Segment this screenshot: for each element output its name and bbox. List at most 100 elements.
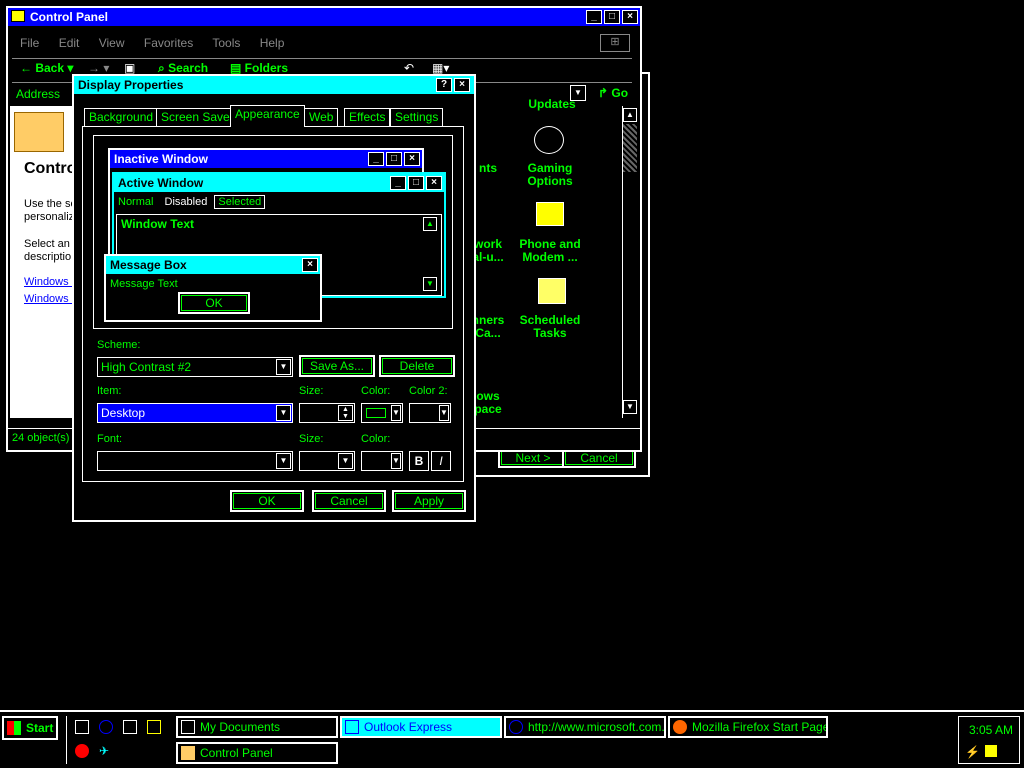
scheduled-tasks-icon[interactable] [538,278,566,304]
gaming-options-icon[interactable] [534,126,564,154]
color2-picker[interactable]: ▼ [409,403,451,423]
item-size-spinner[interactable]: ▲ ▼ [299,403,355,423]
updates-label[interactable]: Updates [512,98,592,111]
scheme-select[interactable]: High Contrast #2 ▼ [97,357,293,377]
up-folder-icon[interactable]: ▣ [124,61,135,75]
preview-menu-disabled: Disabled [164,196,208,208]
chevron-down-icon[interactable]: ▼ [439,405,449,421]
scroll-up-icon[interactable]: ▲ [623,108,637,122]
preview-area: Inactive Window _ □ × Active Window _ □ … [93,135,453,329]
preview-msgbox-titlebar: Message Box × [106,256,320,274]
menu-edit[interactable]: Edit [59,36,80,50]
minimize-button[interactable]: _ [586,10,602,24]
task-control-panel[interactable]: Control Panel [176,742,338,764]
task-my-documents[interactable]: My Documents [176,716,338,738]
network-tray-icon[interactable]: ⚡ [965,745,980,759]
close-button[interactable]: × [622,10,638,24]
apply-button[interactable]: Apply [392,490,466,512]
left-pane-text: personaliz [24,211,75,223]
scheduled-tasks-label[interactable]: Tasks [510,327,590,340]
scroll-down-icon[interactable]: ▼ [623,400,637,414]
task-label: Outlook Express [364,720,453,734]
tab-screen-saver[interactable]: Screen Saver [156,108,239,126]
menu-tools[interactable]: Tools [212,36,240,50]
menu-view[interactable]: View [99,36,125,50]
delete-button[interactable]: Delete [379,355,455,377]
tab-settings[interactable]: Settings [390,108,444,126]
vertical-scrollbar[interactable]: ▲ ▼ [622,106,638,418]
gaming-options-label[interactable]: Options [510,175,590,188]
dialog-title: Display Properties [78,78,184,92]
messenger-icon[interactable]: ✈ [99,744,113,758]
font-size-select[interactable]: ▼ [299,451,355,471]
chevron-down-icon[interactable]: ▼ [391,453,401,469]
explorer-icon[interactable] [147,720,161,734]
font-label: Font: [97,433,123,445]
left-pane-heading: Contro [24,160,77,177]
windows-link[interactable]: Windows I [24,276,75,288]
start-button[interactable]: Start [2,716,58,740]
help-button[interactable]: ? [436,78,452,92]
save-as-button[interactable]: Save As... [299,355,375,377]
ok-button[interactable]: OK [230,490,304,512]
preview-maximize-icon: □ [386,152,402,166]
maximize-button[interactable]: □ [604,10,620,24]
chevron-down-icon[interactable]: ▼ [391,405,401,421]
spinner-arrows-icon[interactable]: ▲ ▼ [338,405,353,421]
phone-modem-icon[interactable] [536,202,564,226]
font-color-picker[interactable]: ▼ [361,451,403,471]
task-internet-explorer[interactable]: http://www.microsoft.com... [504,716,666,738]
clock[interactable]: 3:05 AM [969,723,1013,737]
control-panel-icon [181,746,195,760]
color-picker[interactable]: ▼ [361,403,403,423]
preview-message-box: Message Box × Message Text OK [104,254,322,322]
tab-web[interactable]: Web [304,108,339,126]
views-icon[interactable]: ▦▾ [432,61,449,75]
appearance-panel: Inactive Window _ □ × Active Window _ □ … [82,126,464,482]
tab-background[interactable]: Background [84,108,159,126]
outlook-icon[interactable] [123,720,137,734]
folders-button[interactable]: ▤ Folders [230,61,288,75]
status-text: 24 object(s) [12,432,70,444]
media-icon[interactable] [75,744,89,758]
icons-pane: Updates nts Gaming Options work al-u... … [472,98,624,418]
go-button[interactable]: ↱ Go [598,86,628,100]
phone-modem-label[interactable]: Modem ... [510,251,590,264]
chevron-down-icon[interactable]: ▼ [276,453,291,469]
bold-toggle[interactable]: B [409,451,429,471]
italic-toggle[interactable]: I [431,451,451,471]
chevron-down-icon[interactable]: ▼ [276,359,291,375]
menu-favorites[interactable]: Favorites [144,36,193,50]
control-panel-title: Control Panel [30,10,109,24]
back-button[interactable]: ← Back ▾ [20,61,73,75]
task-outlook-express[interactable]: Outlook Express [340,716,502,738]
scheme-label: Scheme: [97,339,141,351]
ie-icon[interactable] [99,720,113,734]
menu-help[interactable]: Help [260,36,285,50]
task-firefox[interactable]: Mozilla Firefox Start Page -... [668,716,828,738]
tab-effects[interactable]: Effects [344,108,391,126]
menu-file[interactable]: File [20,36,39,50]
chevron-down-icon[interactable]: ▼ [276,405,291,421]
volume-tray-icon[interactable] [985,745,997,757]
display-properties-titlebar[interactable]: Display Properties ? × [74,76,474,94]
undo-icon[interactable]: ↶ [404,61,414,75]
cancel-button[interactable]: Cancel [312,490,386,512]
chevron-down-icon[interactable]: ▼ [338,453,353,469]
forward-button[interactable]: → ▾ [88,61,109,75]
scroll-thumb[interactable] [623,124,637,172]
windows-link[interactable]: Windows . [24,293,75,305]
control-panel-titlebar[interactable]: Control Panel _ □ × [8,8,640,26]
item-value: Desktop [101,406,146,420]
preview-scroll-up-icon: ▲ [423,217,437,231]
preview-window-text: Window Text [121,217,194,231]
item-select[interactable]: Desktop ▼ [97,403,293,423]
dialog-close-button[interactable]: × [454,78,470,92]
font-select[interactable]: ▼ [97,451,293,471]
font-size-label: Size: [299,433,324,445]
preview-menu: Normal Disabled Selected [118,195,266,209]
preview-msgbox-text: Message Text [110,278,178,290]
menu-bar: File Edit View Favorites Tools Help [20,36,300,50]
tab-appearance[interactable]: Appearance [230,105,305,127]
desktop-icon[interactable] [75,720,89,734]
